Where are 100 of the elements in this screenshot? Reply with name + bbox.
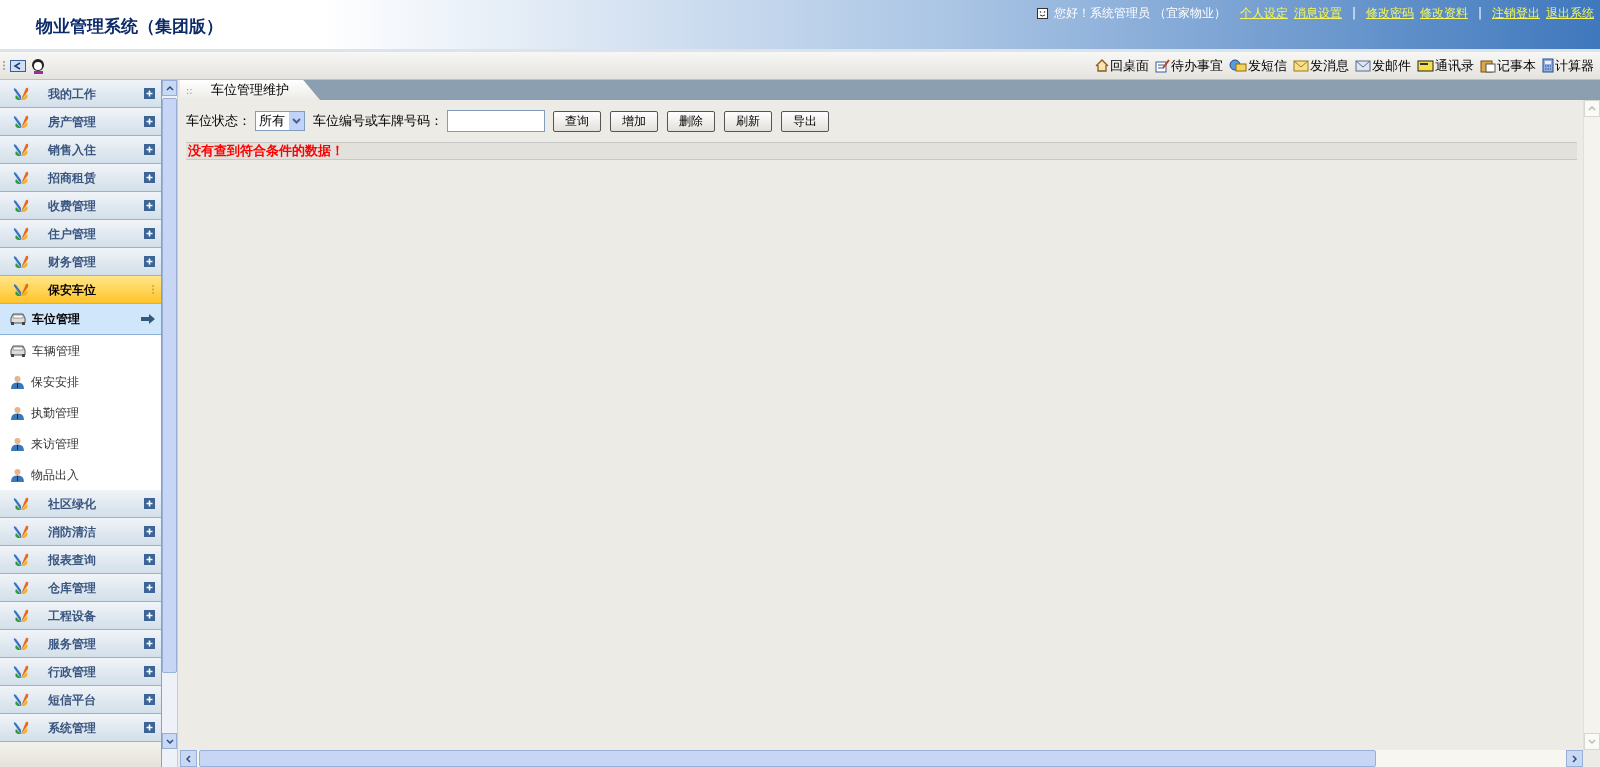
sidebar-section[interactable]: 服务管理	[0, 630, 161, 658]
status-label: 车位状态：	[186, 112, 251, 131]
toolbar-button[interactable]: 发短信	[1229, 55, 1287, 76]
horizontal-scrollbar[interactable]	[180, 750, 1583, 767]
grip-icon	[2, 60, 6, 71]
section-label: 社区绿化	[48, 495, 97, 513]
header-link[interactable]: 注销登出	[1492, 4, 1540, 22]
sidebar-item[interactable]: 执勤管理	[0, 397, 161, 428]
sidebar-section[interactable]: 收费管理	[0, 192, 161, 220]
expand-plus-icon[interactable]	[144, 554, 155, 565]
action-button[interactable]: 删除	[667, 110, 715, 132]
chevron-up-icon	[165, 85, 174, 91]
section-label: 保安车位	[48, 281, 97, 299]
toolbar-button[interactable]: 发邮件	[1355, 55, 1411, 76]
chevron-left-icon	[186, 754, 191, 763]
page-tab[interactable]: :: 车位管理维护	[180, 80, 320, 100]
butterfly-icon	[12, 579, 30, 596]
item-label: 来访管理	[31, 435, 80, 453]
chevron-down-icon	[165, 738, 174, 744]
header-link[interactable]: 退出系统	[1546, 4, 1594, 22]
expand-plus-icon[interactable]	[144, 498, 155, 509]
toolbar-button[interactable]: 记事本	[1480, 55, 1536, 76]
expand-plus-icon[interactable]	[144, 582, 155, 593]
expand-plus-icon[interactable]	[144, 172, 155, 183]
expand-plus-icon[interactable]	[144, 88, 155, 99]
toolbar-button[interactable]: 计算器	[1542, 55, 1594, 76]
sidebar-item[interactable]: 车辆管理	[0, 335, 161, 366]
action-button[interactable]: 查询	[553, 110, 601, 132]
butterfly-icon	[12, 141, 30, 158]
dropdown-caret-icon	[289, 112, 304, 130]
sidebar-section[interactable]: 招商租赁	[0, 164, 161, 192]
expand-plus-icon[interactable]	[144, 228, 155, 239]
expand-plus-icon[interactable]	[144, 666, 155, 677]
sidebar-section[interactable]: 行政管理	[0, 658, 161, 686]
content-scrollbar[interactable]	[1583, 100, 1600, 750]
sidebar-section[interactable]: 财务管理	[0, 248, 161, 276]
section-label: 行政管理	[48, 663, 97, 681]
expand-plus-icon[interactable]	[144, 526, 155, 537]
sidebar-section[interactable]: 消防清洁	[0, 518, 161, 546]
butterfly-icon	[12, 635, 30, 652]
car-icon	[10, 313, 26, 325]
expand-plus-icon[interactable]	[144, 610, 155, 621]
butterfly-icon	[12, 523, 30, 540]
toolbar-button[interactable]: 通讯录	[1417, 55, 1474, 76]
sidebar-item[interactable]: 车位管理	[0, 304, 161, 335]
separator-text: |	[1351, 5, 1356, 22]
action-button[interactable]: 刷新	[724, 110, 772, 132]
toolbar-button[interactable]: 待办事宜	[1155, 55, 1223, 76]
section-label: 财务管理	[48, 253, 97, 271]
sidebar-item[interactable]: 物品出入	[0, 459, 161, 490]
sidebar-section[interactable]: 社区绿化	[0, 490, 161, 518]
no-data-message: 没有查到符合条件的数据！	[188, 142, 344, 161]
arrow-right-icon	[141, 314, 155, 324]
expand-plus-icon[interactable]	[144, 116, 155, 127]
sidebar-section[interactable]: 短信平台	[0, 686, 161, 714]
expand-plus-icon[interactable]	[144, 144, 155, 155]
section-label: 短信平台	[48, 691, 97, 709]
sidebar-section[interactable]: 我的工作	[0, 80, 161, 108]
status-select[interactable]: 所有	[255, 111, 305, 131]
sidebar-section[interactable]: 工程设备	[0, 602, 161, 630]
butterfly-icon	[12, 85, 30, 102]
toolbar-button[interactable]: 发消息	[1293, 55, 1349, 76]
smiley-icon	[1037, 7, 1049, 19]
expand-plus-icon[interactable]	[144, 256, 155, 267]
butterfly-icon	[12, 281, 30, 298]
butterfly-icon	[12, 253, 30, 270]
section-label: 住户管理	[48, 225, 97, 243]
item-label: 物品出入	[31, 466, 80, 484]
section-label: 服务管理	[48, 635, 97, 653]
sidebar-scrollbar[interactable]	[162, 80, 178, 767]
person-icon	[10, 436, 25, 451]
window-toggle-icon[interactable]	[10, 59, 26, 72]
sidebar-section[interactable]: 报表查询	[0, 546, 161, 574]
sidebar-section[interactable]: 保安车位	[0, 276, 161, 304]
item-label: 车位管理	[32, 311, 81, 328]
expand-plus-icon[interactable]	[144, 694, 155, 705]
clipboard-icon	[1480, 58, 1496, 73]
section-label: 招商租赁	[48, 169, 97, 187]
expand-plus-icon[interactable]	[144, 722, 155, 733]
expand-plus-icon[interactable]	[144, 200, 155, 211]
sidebar-item[interactable]: 来访管理	[0, 428, 161, 459]
search-field[interactable]	[447, 110, 545, 132]
section-label: 消防清洁	[48, 523, 97, 541]
sidebar-item[interactable]: 保安安排	[0, 366, 161, 397]
section-label: 报表查询	[48, 551, 97, 569]
sidebar-section[interactable]: 住户管理	[0, 220, 161, 248]
chevron-right-icon	[1572, 754, 1577, 763]
envelope-icon	[1293, 59, 1309, 72]
butterfly-icon	[12, 691, 30, 708]
sidebar-section[interactable]: 房产管理	[0, 108, 161, 136]
sidebar-section[interactable]: 仓库管理	[0, 574, 161, 602]
toolbar-button[interactable]: 回桌面	[1095, 55, 1149, 76]
sidebar-section[interactable]: 销售入住	[0, 136, 161, 164]
expand-plus-icon[interactable]	[144, 638, 155, 649]
grip-icon	[151, 284, 155, 295]
butterfly-icon	[12, 113, 30, 130]
action-button[interactable]: 增加	[610, 110, 658, 132]
butterfly-icon	[12, 663, 30, 680]
sidebar-section[interactable]: 系统管理	[0, 714, 161, 742]
action-button[interactable]: 导出	[781, 110, 829, 132]
